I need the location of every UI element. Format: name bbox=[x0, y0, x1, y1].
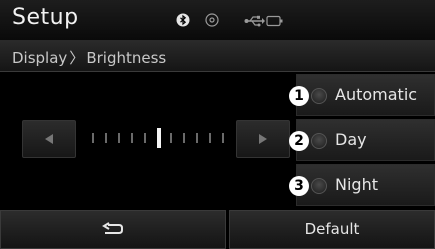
bottom-bar: Default bbox=[0, 210, 435, 249]
radio-icon bbox=[311, 88, 327, 104]
option-day[interactable]: 2 Day bbox=[289, 119, 435, 161]
page-title: Setup bbox=[12, 5, 79, 30]
default-button[interactable]: Default bbox=[229, 210, 435, 249]
breadcrumb-current: Brightness bbox=[86, 49, 167, 67]
brightness-tick bbox=[144, 133, 146, 143]
setup-screen: Setup Display 〉 Brightness 1 Automatic 2… bbox=[0, 0, 435, 249]
bluetooth-icon bbox=[176, 13, 190, 27]
title-bar: Setup bbox=[0, 0, 435, 41]
brightness-tick-selected bbox=[157, 128, 161, 148]
brightness-level-scale[interactable] bbox=[92, 128, 224, 148]
back-icon bbox=[102, 222, 123, 234]
option-label: Night bbox=[335, 175, 378, 194]
increase-brightness-button[interactable] bbox=[236, 120, 290, 158]
brightness-tick bbox=[170, 133, 172, 143]
breadcrumb-parent: Display bbox=[12, 49, 68, 67]
decrease-brightness-button[interactable] bbox=[22, 120, 76, 158]
option-label: Automatic bbox=[335, 85, 418, 104]
option-label: Day bbox=[335, 130, 367, 149]
brightness-tick bbox=[105, 133, 107, 143]
breadcrumb-separator: 〉 bbox=[69, 49, 85, 67]
option-automatic[interactable]: 1 Automatic bbox=[289, 74, 435, 116]
brightness-slider bbox=[0, 72, 290, 206]
back-button[interactable] bbox=[0, 210, 226, 249]
brightness-tick bbox=[118, 133, 120, 143]
brightness-tick bbox=[183, 133, 185, 143]
callout-number: 2 bbox=[289, 131, 309, 151]
left-arrow-icon bbox=[45, 134, 53, 144]
brightness-tick bbox=[222, 133, 224, 143]
right-arrow-icon bbox=[259, 134, 267, 144]
radio-icon bbox=[311, 178, 327, 194]
brightness-tick bbox=[92, 133, 94, 143]
disc-icon bbox=[205, 13, 219, 27]
option-night[interactable]: 3 Night bbox=[289, 164, 435, 206]
brightness-tick bbox=[209, 133, 211, 143]
brightness-tick bbox=[131, 133, 133, 143]
brightness-tick bbox=[196, 133, 198, 143]
radio-icon bbox=[311, 133, 327, 149]
usb-icon bbox=[244, 15, 265, 27]
battery-icon bbox=[266, 15, 283, 27]
callout-number: 1 bbox=[289, 86, 309, 106]
breadcrumb: Display 〉 Brightness bbox=[0, 41, 435, 72]
callout-number: 3 bbox=[289, 176, 309, 196]
